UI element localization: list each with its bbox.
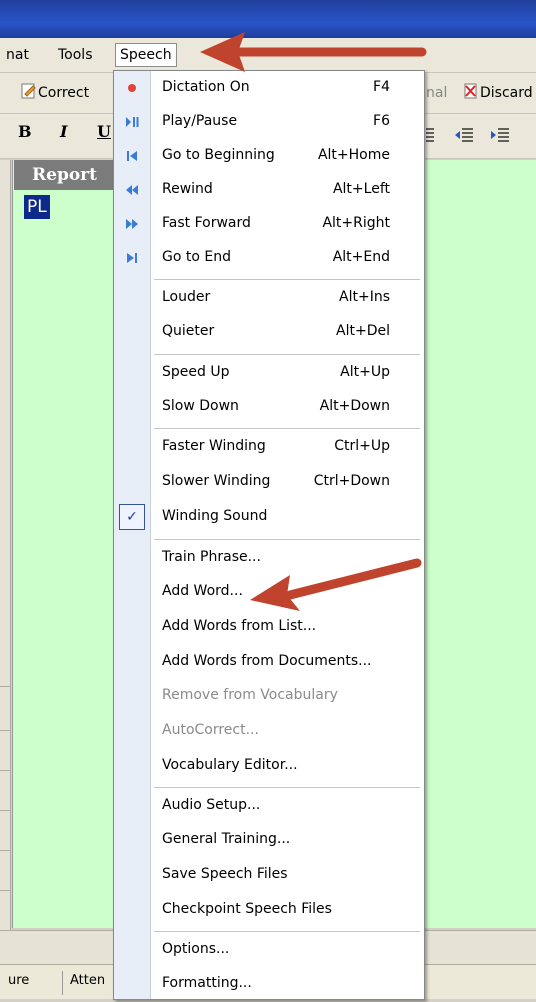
menu-item-fast-forward[interactable]: Fast Forward Alt+Right	[114, 208, 424, 242]
menu-item-shortcut: Alt+Down	[319, 398, 390, 414]
menu-item-speed-up[interactable]: Speed Up Alt+Up	[114, 357, 424, 391]
menu-tools[interactable]: Tools	[54, 44, 97, 66]
menu-separator	[154, 539, 420, 540]
menu-item-formatting[interactable]: Formatting...	[114, 968, 424, 1002]
menu-item-label: Checkpoint Speech Files	[162, 901, 332, 917]
menu-item-label: Dictation On	[162, 79, 250, 95]
menu-separator	[154, 428, 420, 429]
menu-item-label: Formatting...	[162, 975, 252, 991]
menu-item-label: Fast Forward	[162, 215, 251, 231]
menu-item-add-words-from-list[interactable]: Add Words from List...	[114, 611, 424, 645]
menu-item-label: General Training...	[162, 831, 291, 847]
underline-button[interactable]: U	[97, 122, 111, 141]
menu-item-label: Go to End	[162, 249, 231, 265]
menu-item-label: Rewind	[162, 181, 213, 197]
menu-item-label: Go to Beginning	[162, 147, 275, 163]
selected-text[interactable]: PL	[24, 195, 50, 219]
annotation-arrow-icon	[200, 32, 427, 72]
menu-item-louder[interactable]: Louder Alt+Ins	[114, 282, 424, 316]
menu-item-general-training[interactable]: General Training...	[114, 824, 424, 858]
align-icon[interactable]	[426, 126, 436, 148]
outdent-icon[interactable]	[454, 126, 474, 148]
menu-item-shortcut: Alt+Right	[322, 215, 390, 231]
left-panel	[0, 160, 11, 930]
menu-item-shortcut: Alt+Home	[317, 147, 390, 163]
correct-icon	[21, 83, 36, 99]
menu-item-quieter[interactable]: Quieter Alt+Del	[114, 316, 424, 350]
rewind-icon	[126, 185, 138, 195]
menu-separator	[154, 354, 420, 355]
menu-item-shortcut: Ctrl+Up	[334, 438, 390, 454]
normal-button[interactable]: nal	[426, 81, 447, 105]
status-divider	[62, 971, 63, 995]
menu-separator	[154, 279, 420, 280]
menu-item-checkpoint-speech-files[interactable]: Checkpoint Speech Files	[114, 894, 424, 928]
checkmark-icon: ✓	[119, 504, 145, 530]
menu-item-label: Speed Up	[162, 364, 230, 380]
menu-item-slower-winding[interactable]: Slower Winding Ctrl+Down	[114, 466, 424, 500]
menu-item-remove-from-vocabulary: Remove from Vocabulary	[114, 680, 424, 714]
menu-item-vocabulary-editor[interactable]: Vocabulary Editor...	[114, 750, 424, 784]
menu-item-label: Slow Down	[162, 398, 239, 414]
menu-item-shortcut: Alt+End	[332, 249, 390, 265]
menu-item-label: Winding Sound	[162, 508, 268, 524]
menu-item-label: Remove from Vocabulary	[162, 687, 338, 703]
correct-label: Correct	[38, 85, 90, 101]
menu-item-play-pause[interactable]: Play/Pause F6	[114, 106, 424, 140]
menu-item-label: Play/Pause	[162, 113, 238, 129]
menu-item-shortcut: Alt+Ins	[339, 289, 390, 305]
discard-button[interactable]: Discard	[462, 81, 533, 105]
menu-item-label: Options...	[162, 941, 230, 957]
menu-item-autocorrect: AutoCorrect...	[114, 715, 424, 749]
annotation-arrow-icon	[250, 558, 422, 611]
menu-separator	[154, 931, 420, 932]
italic-button[interactable]: I	[60, 122, 67, 141]
menu-item-go-to-end[interactable]: Go to End Alt+End	[114, 242, 424, 276]
menu-item-label: Add Words from Documents...	[162, 653, 372, 669]
status-cell-2: Atten	[70, 973, 106, 988]
menu-item-shortcut: F4	[373, 79, 390, 95]
menu-item-label: Slower Winding	[162, 473, 271, 489]
menu-item-save-speech-files[interactable]: Save Speech Files	[114, 859, 424, 893]
menu-item-label: Save Speech Files	[162, 866, 288, 882]
menu-speech[interactable]: Speech	[115, 43, 177, 67]
discard-label: Discard	[480, 85, 533, 101]
menu-item-slow-down[interactable]: Slow Down Alt+Down	[114, 391, 424, 425]
menu-item-faster-winding[interactable]: Faster Winding Ctrl+Up	[114, 431, 424, 465]
menu-item-shortcut: Alt+Del	[336, 323, 390, 339]
play-pause-icon	[126, 117, 139, 127]
menu-item-shortcut: Alt+Left	[332, 181, 390, 197]
status-cell-1: ure	[8, 973, 30, 988]
menu-item-label: Audio Setup...	[162, 797, 261, 813]
menu-item-shortcut: Ctrl+Down	[313, 473, 390, 489]
menu-item-label: Add Words from List...	[162, 618, 317, 634]
menu-item-shortcut: F6	[373, 113, 390, 129]
menu-item-shortcut: Alt+Up	[340, 364, 390, 380]
menu-format[interactable]: nat	[2, 44, 33, 66]
go-beginning-icon	[127, 151, 137, 161]
menu-item-rewind[interactable]: Rewind Alt+Left	[114, 174, 424, 208]
menu-item-audio-setup[interactable]: Audio Setup...	[114, 790, 424, 824]
correct-button[interactable]: Correct	[20, 81, 89, 105]
go-end-icon	[127, 253, 137, 263]
menu-item-label: Vocabulary Editor...	[162, 757, 298, 773]
menu-item-label: Quieter	[162, 323, 215, 339]
menu-item-label: Louder	[162, 289, 211, 305]
bold-button[interactable]: B	[18, 122, 32, 141]
discard-icon	[464, 83, 477, 99]
menu-item-add-words-from-documents[interactable]: Add Words from Documents...	[114, 646, 424, 680]
menu-item-go-to-beginning[interactable]: Go to Beginning Alt+Home	[114, 140, 424, 174]
menu-item-label: Faster Winding	[162, 438, 266, 454]
menu-separator	[154, 787, 420, 788]
menu-item-winding-sound[interactable]: ✓ Winding Sound	[114, 501, 424, 535]
menu-item-label: Add Word...	[162, 583, 243, 599]
record-icon	[128, 84, 136, 92]
indent-icon[interactable]	[490, 126, 510, 148]
speech-menu: Dictation On F4 Play/Pause F6 Go to Begi…	[113, 70, 425, 1000]
menu-item-options[interactable]: Options...	[114, 934, 424, 968]
menu-item-label: AutoCorrect...	[162, 722, 259, 738]
fast-forward-icon	[126, 219, 138, 229]
